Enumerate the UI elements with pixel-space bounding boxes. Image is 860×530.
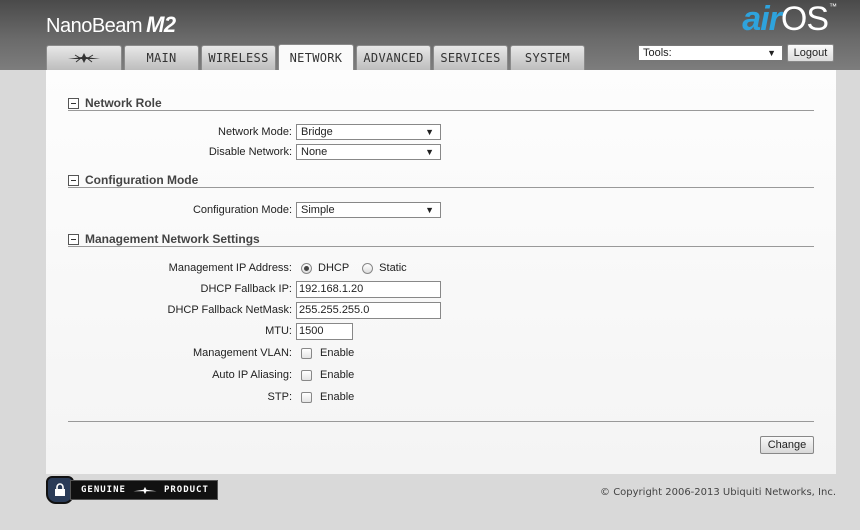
management-vlan-row: Management VLAN: Enable bbox=[68, 344, 828, 362]
chevron-down-icon: ▼ bbox=[767, 48, 776, 58]
dhcp-radio[interactable] bbox=[301, 262, 312, 274]
collapse-icon[interactable] bbox=[68, 97, 79, 109]
management-ip-row: Management IP Address: DHCP Static bbox=[68, 259, 828, 277]
network-mode-select[interactable]: Bridge ▼ bbox=[296, 124, 441, 140]
change-button[interactable]: Change bbox=[760, 436, 814, 454]
dhcp-fallback-ip-label: DHCP Fallback IP: bbox=[200, 283, 293, 295]
tools-dropdown-value: Tools: bbox=[643, 47, 672, 59]
badge-product-text: PRODUCT bbox=[163, 485, 209, 495]
enable-label: Enable bbox=[320, 369, 355, 381]
dhcp-label: DHCP bbox=[318, 262, 350, 274]
management-vlan-label: Management VLAN: bbox=[192, 347, 292, 359]
dhcp-fallback-mask-input[interactable]: 255.255.255.0 bbox=[296, 301, 441, 319]
copyright-text: © Copyright 2006-2013 Ubiquiti Networks,… bbox=[600, 487, 836, 498]
disable-network-label: Disable Network: bbox=[208, 146, 292, 158]
ubiquiti-logo-icon bbox=[133, 486, 157, 494]
section-divider bbox=[68, 110, 814, 111]
tab-advanced[interactable]: ADVANCED bbox=[356, 45, 431, 70]
chevron-down-icon: ▼ bbox=[425, 147, 434, 157]
dhcp-fallback-mask-row: DHCP Fallback NetMask: 255.255.255.0 bbox=[68, 301, 828, 319]
genuine-product-badge: GENUINE PRODUCT bbox=[46, 476, 218, 504]
network-settings-panel: Network Role Network Mode: Bridge ▼ Disa… bbox=[46, 70, 836, 474]
section-title: Configuration Mode bbox=[85, 173, 199, 187]
header: NanoBeam M2 airOS ™ MAIN WIRELESS NETWORK … bbox=[0, 0, 860, 70]
ubiquiti-logo-icon bbox=[68, 53, 100, 63]
airos-logo-tm: ™ bbox=[829, 2, 837, 11]
badge-genuine-text: GENUINE bbox=[81, 485, 126, 495]
bottom-divider bbox=[68, 421, 814, 422]
mtu-input[interactable]: 1500 bbox=[296, 322, 353, 340]
management-vlan-checkbox[interactable] bbox=[301, 347, 312, 359]
logout-button[interactable]: Logout bbox=[787, 44, 834, 62]
airos-logo-air: air bbox=[742, 0, 782, 38]
section-management-network[interactable]: Management Network Settings bbox=[68, 232, 260, 246]
tools-dropdown[interactable]: Tools: ▼ bbox=[638, 45, 783, 61]
tab-system[interactable]: SYSTEM bbox=[510, 45, 585, 70]
tab-ubiquiti-logo[interactable] bbox=[46, 45, 122, 70]
airos-logo-os: OS bbox=[780, 0, 829, 38]
auto-ip-aliasing-row: Auto IP Aliasing: Enable bbox=[68, 366, 828, 384]
tab-services[interactable]: SERVICES bbox=[433, 45, 508, 70]
brand-name: NanoBeam bbox=[46, 15, 143, 37]
collapse-icon[interactable] bbox=[68, 233, 79, 245]
chevron-down-icon: ▼ bbox=[425, 127, 434, 137]
configuration-mode-value: Simple bbox=[301, 204, 335, 216]
tab-main[interactable]: MAIN bbox=[124, 45, 199, 70]
stp-label: STP: bbox=[267, 391, 292, 403]
network-mode-row: Network Mode: Bridge ▼ bbox=[68, 123, 828, 141]
configuration-mode-label: Configuration Mode: bbox=[192, 204, 292, 216]
tab-network[interactable]: NETWORK bbox=[278, 44, 354, 70]
section-network-role[interactable]: Network Role bbox=[68, 96, 162, 110]
section-divider bbox=[68, 246, 814, 247]
configuration-mode-select[interactable]: Simple ▼ bbox=[296, 202, 441, 218]
section-title: Network Role bbox=[85, 96, 162, 110]
management-ip-label: Management IP Address: bbox=[168, 262, 292, 274]
stp-checkbox[interactable] bbox=[301, 391, 312, 403]
enable-label: Enable bbox=[320, 391, 355, 403]
airos-logo: airOS ™ bbox=[742, 0, 837, 39]
mtu-row: MTU: 1500 bbox=[68, 322, 828, 340]
stp-row: STP: Enable bbox=[68, 388, 828, 406]
main-tabs: MAIN WIRELESS NETWORK ADVANCED SERVICES … bbox=[46, 44, 587, 70]
chevron-down-icon: ▼ bbox=[425, 205, 434, 215]
network-mode-value: Bridge bbox=[301, 126, 333, 138]
lock-icon bbox=[55, 483, 65, 496]
device-brand: NanoBeam M2 bbox=[46, 12, 176, 38]
genuine-product-label: GENUINE PRODUCT bbox=[70, 480, 218, 500]
static-radio[interactable] bbox=[362, 262, 374, 274]
dhcp-fallback-ip-input[interactable]: 192.168.1.20 bbox=[296, 280, 441, 298]
section-title: Management Network Settings bbox=[85, 232, 260, 246]
collapse-icon[interactable] bbox=[68, 174, 79, 186]
disable-network-value: None bbox=[301, 146, 328, 158]
mtu-label: MTU: bbox=[265, 325, 292, 337]
network-mode-label: Network Mode: bbox=[218, 126, 292, 138]
static-label: Static bbox=[379, 262, 407, 274]
section-configuration-mode[interactable]: Configuration Mode bbox=[68, 173, 198, 187]
dhcp-fallback-ip-row: DHCP Fallback IP: 192.168.1.20 bbox=[68, 280, 828, 298]
auto-ip-aliasing-checkbox[interactable] bbox=[301, 369, 312, 381]
brand-model: M2 bbox=[146, 12, 176, 37]
section-divider bbox=[68, 187, 814, 188]
tab-wireless[interactable]: WIRELESS bbox=[201, 45, 276, 70]
enable-label: Enable bbox=[320, 347, 355, 359]
disable-network-row: Disable Network: None ▼ bbox=[68, 143, 828, 161]
auto-ip-aliasing-label: Auto IP Aliasing: bbox=[212, 369, 292, 381]
configuration-mode-row: Configuration Mode: Simple ▼ bbox=[68, 201, 828, 219]
dhcp-fallback-mask-label: DHCP Fallback NetMask: bbox=[167, 304, 293, 316]
disable-network-select[interactable]: None ▼ bbox=[296, 144, 441, 160]
